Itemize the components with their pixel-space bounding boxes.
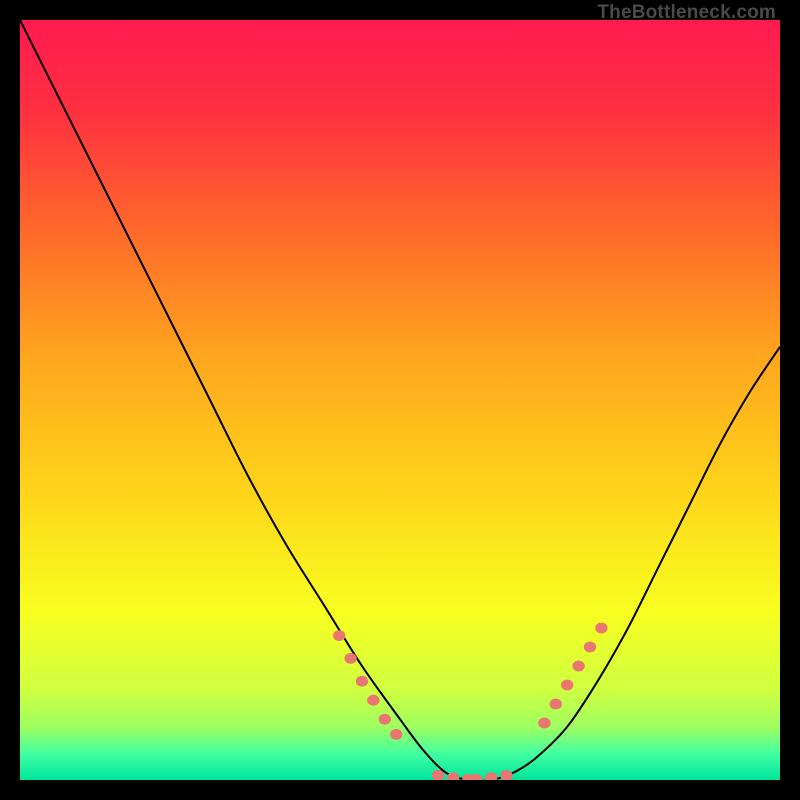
marker-right [538, 718, 550, 729]
bottleneck-curve [20, 20, 780, 780]
marker-right [584, 642, 596, 653]
marker-left [390, 729, 402, 740]
chart-svg [20, 20, 780, 780]
marker-floor [432, 770, 444, 780]
plot-area [20, 20, 780, 780]
marker-left [333, 630, 345, 641]
marker-floor [500, 770, 512, 780]
marker-left [379, 714, 391, 725]
marker-floor [485, 772, 497, 780]
marker-right [572, 661, 584, 672]
curve-markers [333, 623, 608, 780]
marker-right [561, 680, 573, 691]
marker-right [595, 623, 607, 634]
chart-frame: TheBottleneck.com [0, 0, 800, 800]
marker-left [356, 676, 368, 687]
marker-right [550, 699, 562, 710]
marker-left [344, 653, 356, 664]
marker-left [367, 695, 379, 706]
